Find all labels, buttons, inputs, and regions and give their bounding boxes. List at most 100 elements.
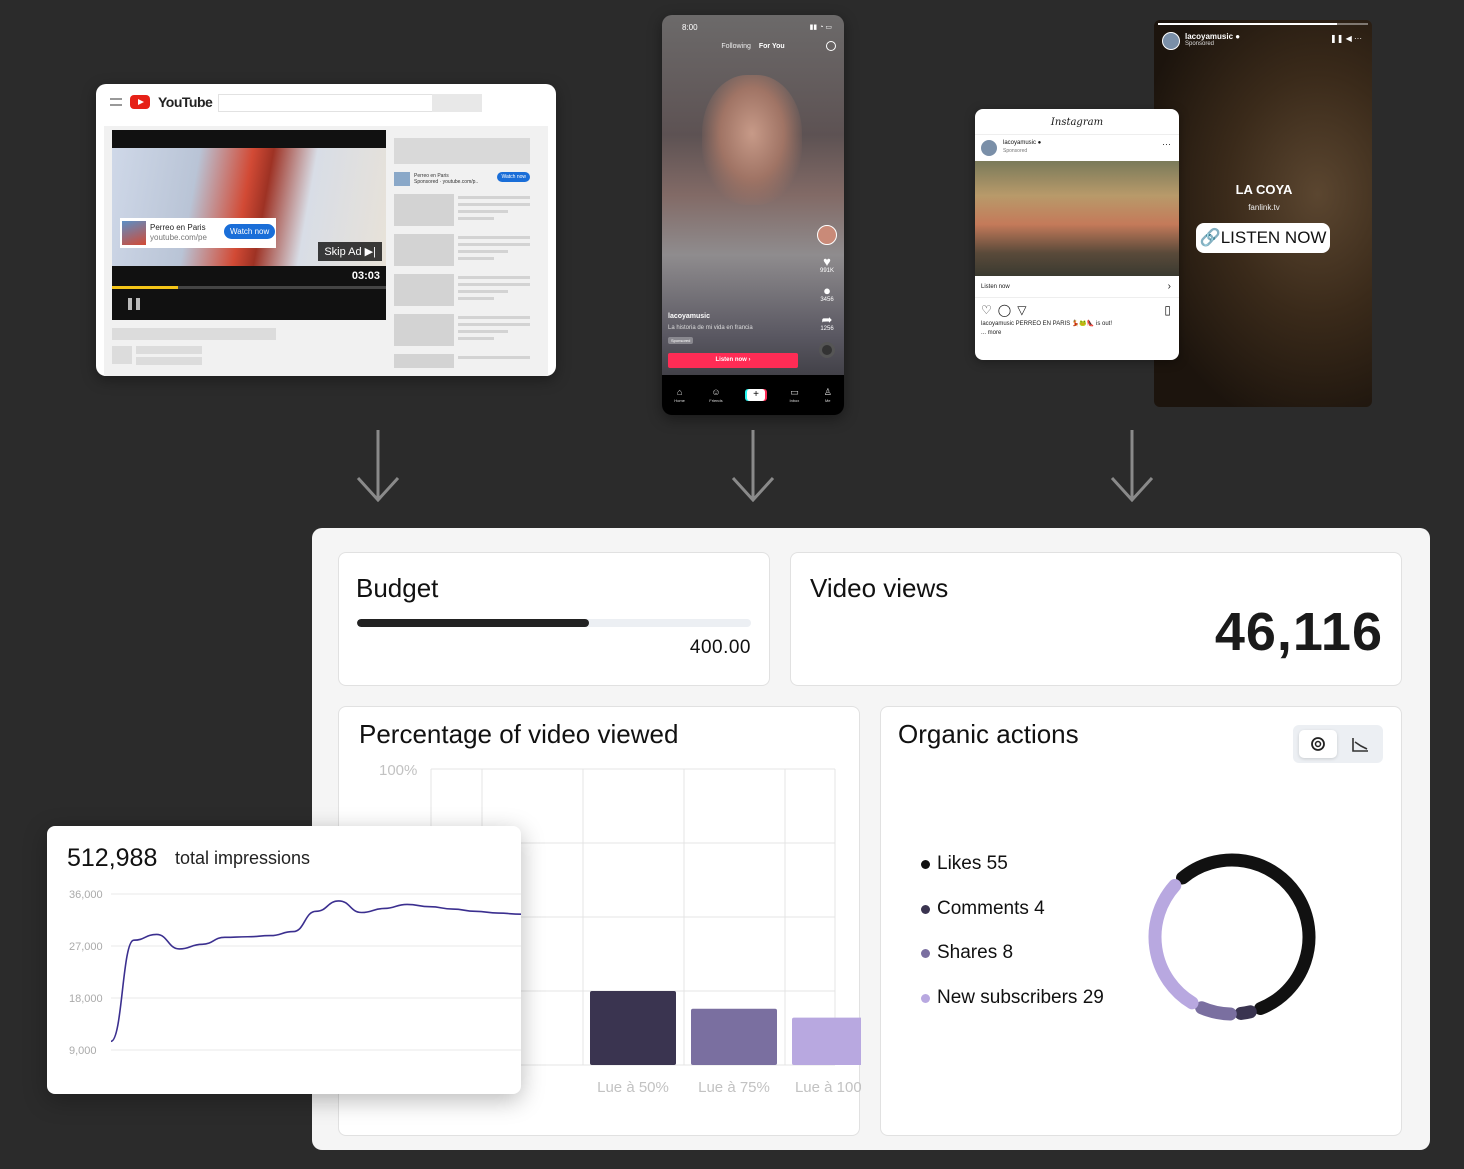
youtube-ad-preview: YouTube Perreo en Paris youtube.com/pe W…: [96, 84, 556, 376]
impressions-line-chart: 36,000 27,000 18,000 9,000: [69, 889, 521, 1057]
comment-icon[interactable]: ◯: [998, 303, 1017, 317]
y-tick-label: 36,000: [69, 889, 103, 901]
impressions-card: 512,988 total impressions 36,000 27,000 18…: [47, 826, 521, 1094]
list-item[interactable]: [394, 274, 530, 306]
legend-dot: [921, 993, 930, 1003]
more-icon[interactable]: ···: [1162, 139, 1171, 149]
instagram-feed-preview: Instagram lacoyamusic ● Sponsored ··· Li…: [975, 109, 1179, 360]
menu-icon[interactable]: [110, 98, 122, 106]
nav-label: Inbox: [789, 398, 800, 403]
story-controls-icon[interactable]: ❚❚ ◀ ···: [1330, 34, 1362, 43]
tiktok-tabs: Following For You: [662, 43, 844, 50]
listen-now-button[interactable]: Listen now ›: [668, 353, 798, 368]
story-progress: [1158, 23, 1368, 25]
send-icon[interactable]: ▽: [1017, 303, 1032, 317]
donut-view-button[interactable]: [1299, 730, 1337, 758]
listen-now-link[interactable]: Listen now ›: [975, 276, 1179, 298]
legend-value: 55: [986, 853, 1008, 874]
y-tick-label: 27,000: [69, 941, 103, 953]
youtube-search-button[interactable]: [432, 94, 482, 112]
donut-slice: [1195, 1001, 1237, 1021]
signal-icon: ▮▮ ◔ ▭: [809, 24, 832, 31]
y-tick-label: 18,000: [69, 993, 103, 1005]
comment-count: 3456: [820, 297, 834, 303]
nav-inbox[interactable]: ▭ Inbox: [789, 387, 799, 403]
video-progress-fill: [112, 286, 178, 289]
tiktok-username[interactable]: lacoyamusic: [668, 313, 710, 320]
nav-me[interactable]: ♙ Me: [824, 387, 832, 403]
share-action[interactable]: ➦ 1256: [820, 313, 833, 332]
nav-label: Home: [674, 398, 685, 403]
comment-action[interactable]: ● 3456: [820, 284, 833, 303]
story-sponsored: Sponsored: [1185, 41, 1215, 47]
tiktok-caption: La historia de mi vida en francia: [668, 325, 753, 331]
organic-legend: Likes 55 Comments 4 Shares 8 New subscri…: [921, 853, 1104, 1031]
sidebar-ad[interactable]: Perreo en Paris Sponsored · youtube.com/p…: [394, 172, 530, 186]
list-item[interactable]: [394, 194, 530, 226]
avatar[interactable]: [981, 140, 997, 156]
avatar[interactable]: [1162, 32, 1180, 50]
watch-now-button[interactable]: Watch now: [224, 224, 276, 239]
music-disc-icon[interactable]: [819, 342, 835, 358]
like-action[interactable]: ♥ 991K: [820, 255, 834, 274]
nav-home[interactable]: ⌂ Home: [674, 387, 685, 403]
pause-icon[interactable]: [128, 298, 140, 310]
nav-friends[interactable]: ☺ Friends: [709, 387, 722, 403]
donut-chart-icon: [1311, 737, 1325, 751]
line-chart-icon: [1352, 738, 1368, 752]
legend-value: 8: [1002, 942, 1014, 963]
status-time: 8:00: [682, 23, 698, 32]
legend-label: Likes: [937, 853, 982, 874]
listen-label: Listen now: [981, 284, 1010, 290]
link-icon: 🔗: [1199, 228, 1221, 247]
list-item[interactable]: [394, 354, 530, 368]
ad-thumbnail: [122, 221, 146, 245]
ad-time-remaining: 03:03: [351, 270, 380, 282]
budget-title: Budget: [356, 573, 439, 603]
video-views-title: Video views: [810, 573, 949, 603]
legend-dot: [921, 949, 930, 958]
arrow-down-icon: [1110, 430, 1154, 502]
tiktok-ad-preview: 8:00 ▮▮ ◔ ▭ Following For You ♥ 991K ● 345…: [662, 15, 844, 415]
bar: [691, 1008, 777, 1065]
listen-now-story-button[interactable]: 🔗LISTEN NOW: [1196, 223, 1330, 253]
chart-type-toggle: [1293, 725, 1383, 763]
legend-value: 29: [1082, 986, 1104, 1008]
donut-slice: [1234, 1005, 1257, 1020]
tab-for-you[interactable]: For You: [759, 43, 785, 50]
budget-progress-fill: [357, 619, 590, 627]
x-tick-label: Lue à 50%: [597, 1079, 669, 1096]
skip-ad-button[interactable]: Skip Ad ▶|: [318, 242, 382, 261]
arrow-down-icon: [356, 430, 400, 502]
create-button[interactable]: +: [747, 389, 766, 401]
sidebar-watch-button[interactable]: Watch now: [497, 172, 530, 182]
youtube-sidebar: Perreo en Paris Sponsored · youtube.com/p…: [394, 138, 530, 376]
legend-dot: [921, 860, 930, 869]
post-username[interactable]: lacoyamusic ●: [1003, 140, 1041, 146]
list-item[interactable]: [394, 314, 530, 346]
avatar[interactable]: [817, 225, 837, 245]
inbox-icon: ▭: [790, 387, 799, 397]
donut-slice: [1176, 853, 1316, 1016]
story-username[interactable]: lacoyamusic ●: [1185, 32, 1240, 41]
sidebar-ad-thumbnail: [394, 172, 410, 186]
organic-actions-card: Organic actions Likes 55 Comments 4 Shar…: [880, 706, 1402, 1136]
video-player[interactable]: Perreo en Paris youtube.com/pe Watch now…: [112, 130, 386, 320]
video-views-value: 46,116: [1214, 602, 1383, 662]
search-icon[interactable]: [826, 41, 836, 51]
caption-more[interactable]: ... more: [975, 329, 1179, 338]
bookmark-icon[interactable]: ▯: [1164, 298, 1171, 322]
post-image: [975, 161, 1179, 276]
action-rail: ♥ 991K ● 3456 ➦ 1256: [814, 225, 840, 358]
legend-label: Comments: [937, 897, 1029, 919]
post-header: lacoyamusic ● Sponsored ···: [975, 135, 1179, 161]
plus-icon: +: [753, 389, 759, 400]
youtube-page-body: Perreo en Paris youtube.com/pe Watch now…: [104, 126, 548, 376]
tab-following[interactable]: Following: [721, 43, 751, 50]
heart-icon[interactable]: ♡: [981, 303, 998, 317]
list-item[interactable]: [394, 234, 530, 266]
video-views-card: Video views 46,116: [790, 552, 1402, 686]
line-view-button[interactable]: [1341, 730, 1379, 758]
video-progress-bar[interactable]: [112, 286, 386, 289]
arrow-down-icon: [731, 430, 775, 502]
